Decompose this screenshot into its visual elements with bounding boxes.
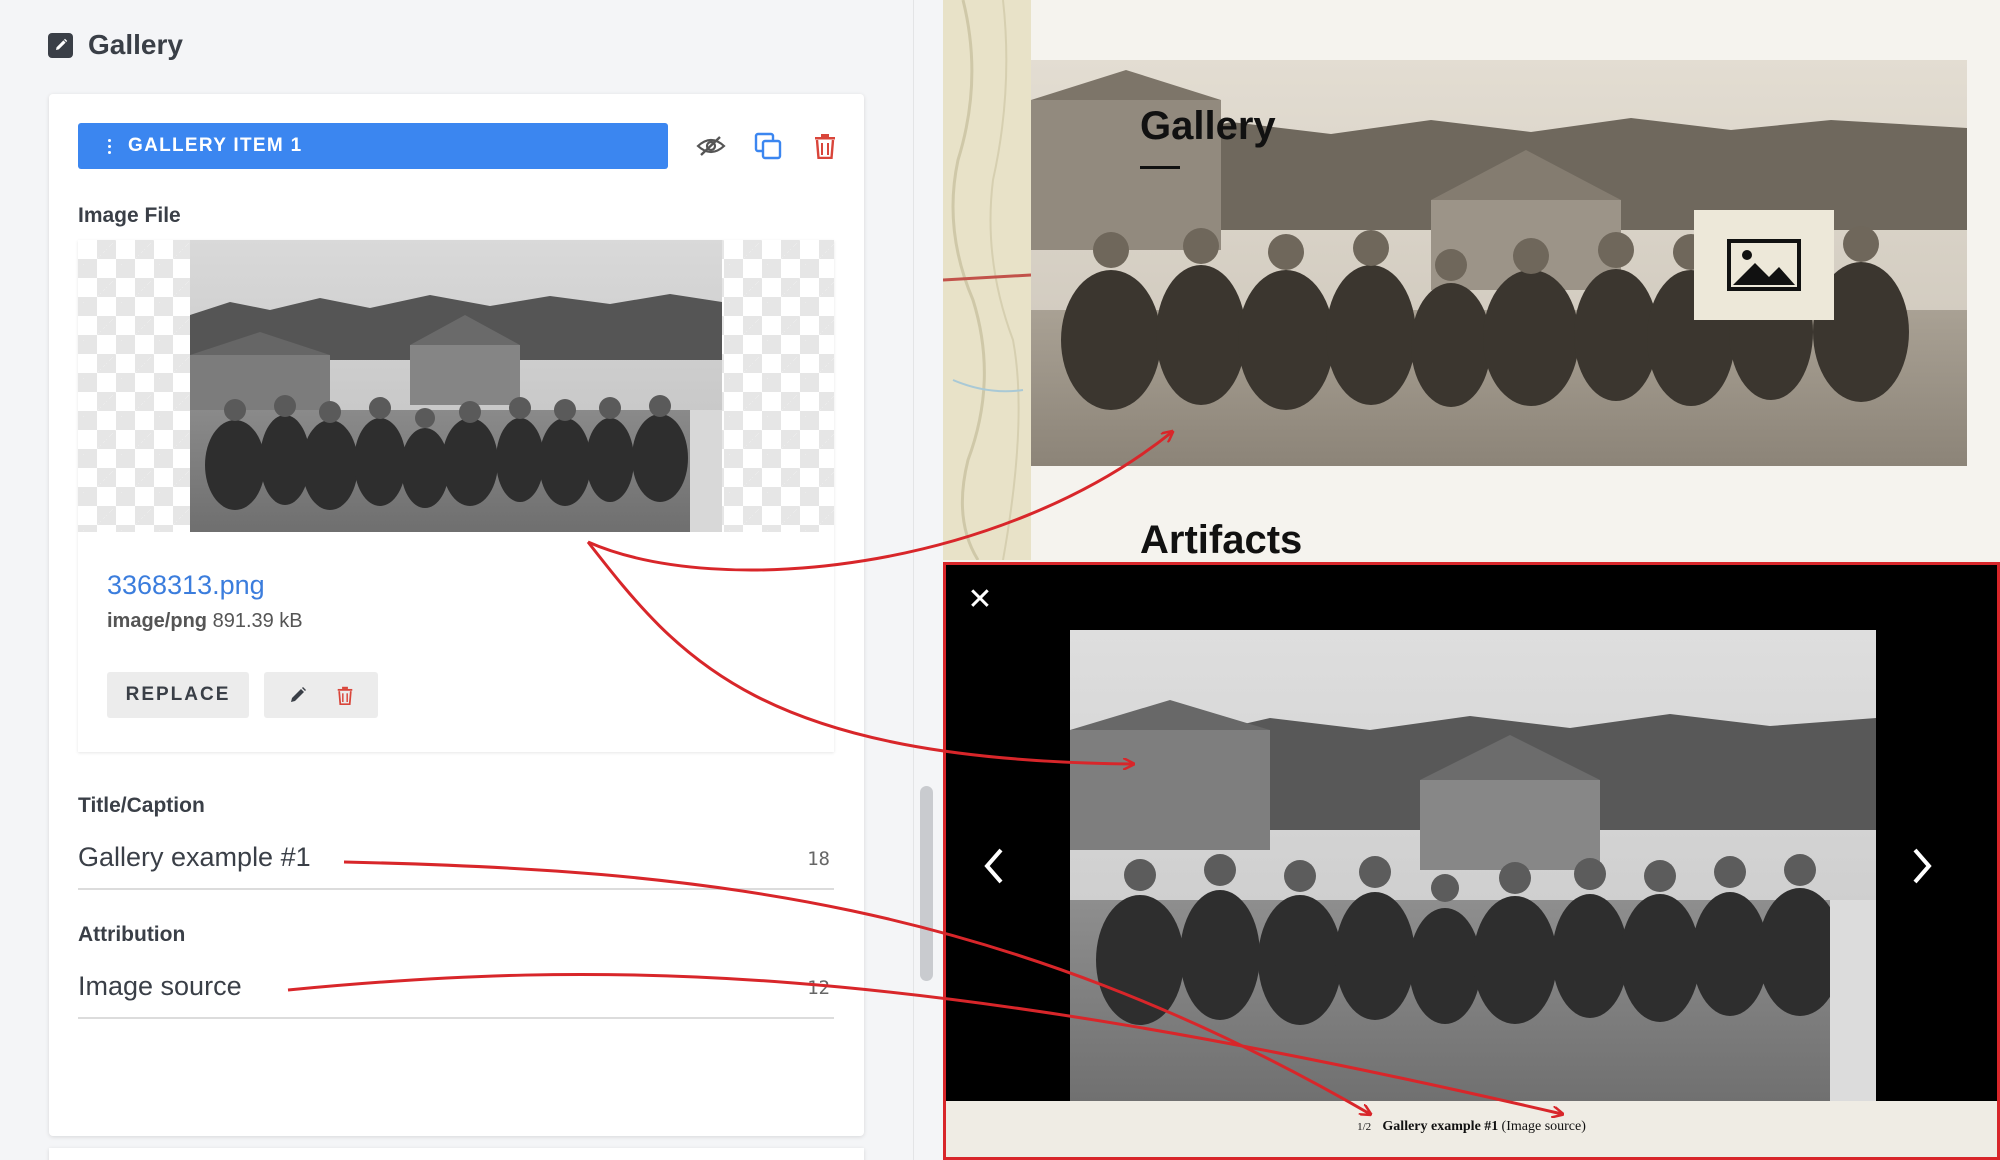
hide-icon[interactable] [695,130,727,162]
image-placeholder-icon[interactable] [1694,210,1834,320]
file-meta: image/png 891.39 kB [107,610,303,633]
file-size: 891.39 kB [212,610,303,632]
site-preview: Gallery Artifacts ✕ 1/2 Gallery example … [943,0,2000,1160]
title-caption-value: Gallery example #1 [78,842,311,872]
next-card-edge [49,1148,864,1160]
chevron-right-icon[interactable] [1898,831,1948,901]
file-mime: image/png [107,610,208,632]
duplicate-icon[interactable] [752,130,784,162]
heading-underline [1140,166,1180,169]
map-background [943,0,1032,561]
image-preview[interactable] [78,240,834,532]
attribution-label: Attribution [78,923,186,946]
chevron-left-icon[interactable] [968,831,1018,901]
title-caption-char-count: 18 [807,848,830,870]
lightbox-caption-attribution: (Image source) [1501,1119,1586,1134]
gallery-item-header[interactable]: GALLERY ITEM 1 [78,123,668,169]
scrollbar[interactable] [920,786,933,981]
panel-divider [913,0,943,1160]
lightbox-caption-bar: 1/2 Gallery example #1 (Image source) [946,1101,1997,1157]
replace-button[interactable]: REPLACE [107,672,249,718]
section-title: Gallery [88,29,183,60]
image-file-label: Image File [78,204,181,227]
lightbox-image [1070,630,1876,1102]
lightbox: ✕ 1/2 Gallery example #1 (Image source) [943,562,2000,1160]
editor-panel: Gallery GALLERY ITEM 1 Image File 336831… [0,0,913,1160]
title-caption-field[interactable]: Gallery example #1 18 [78,834,834,890]
file-tools [264,672,378,718]
section-header: Gallery [48,28,183,62]
attribution-value: Image source [78,971,242,1001]
attribution-field[interactable]: Image source 12 [78,963,834,1019]
edit-icon [48,32,73,58]
file-name-link[interactable]: 3368313.png [107,570,265,601]
image-file-card: 3368313.png image/png 891.39 kB REPLACE [78,240,834,752]
title-caption-label: Title/Caption [78,794,205,817]
lightbox-caption-title: Gallery example #1 [1382,1119,1499,1134]
lightbox-caption: 1/2 Gallery example #1 (Image source) [946,1118,1997,1135]
delete-icon[interactable] [809,130,841,162]
close-icon[interactable]: ✕ [964,582,996,617]
pencil-icon[interactable] [281,678,315,712]
preview-photo [190,240,722,532]
lightbox-counter: 1/2 [1357,1121,1372,1133]
drag-handle-icon[interactable] [108,138,112,154]
gallery-item-card: GALLERY ITEM 1 Image File 3368313.png im… [49,94,864,1136]
attribution-char-count: 12 [807,977,830,999]
artifacts-heading: Artifacts [1140,518,1303,562]
delete-file-icon[interactable] [328,678,362,712]
gallery-heading: Gallery [1140,104,1276,148]
gallery-item-title: GALLERY ITEM 1 [128,135,303,156]
